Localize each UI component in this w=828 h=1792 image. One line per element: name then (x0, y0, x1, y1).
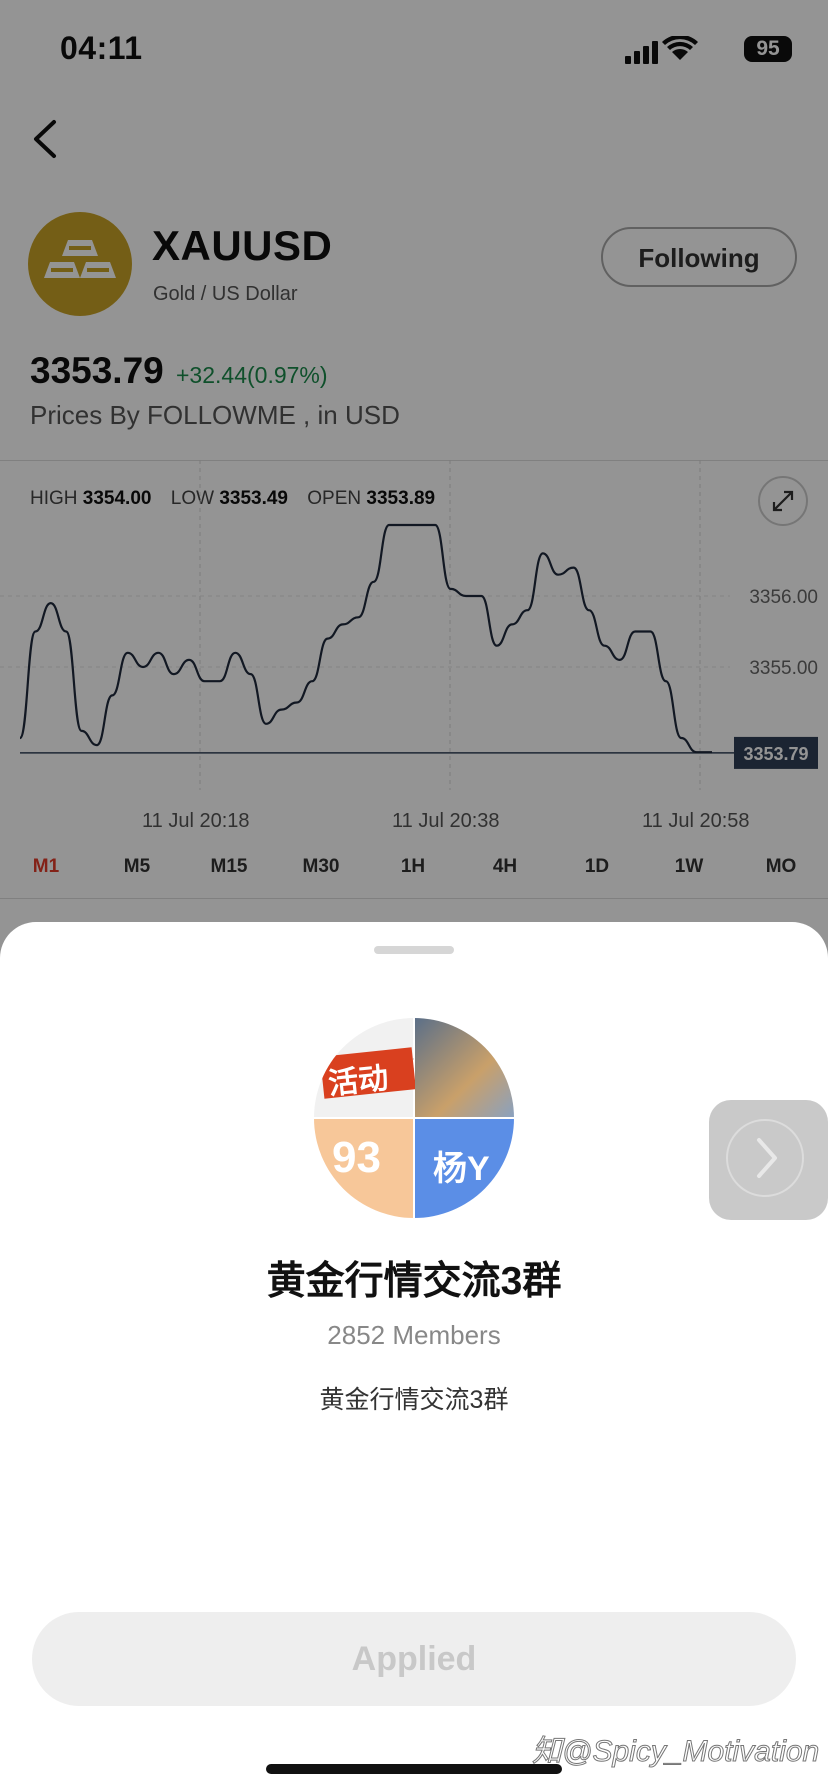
chevron-right-icon (726, 1119, 804, 1197)
avatar-tile-93: 93 (314, 1119, 413, 1218)
next-group-button[interactable] (709, 1100, 828, 1220)
applied-button[interactable]: Applied (32, 1612, 796, 1706)
avatar-tile-text: 活动 (326, 1061, 390, 1102)
avatar-tile-yang: 杨Y (415, 1119, 514, 1218)
sheet-drag-handle[interactable] (374, 946, 454, 954)
home-indicator[interactable] (266, 1764, 562, 1774)
member-count: 2852 Members (327, 1320, 501, 1350)
group-avatar: 活动 93 杨Y (314, 1018, 514, 1218)
avatar-tile-text: 杨Y (433, 1150, 490, 1188)
watermark: 知@Spicy_Motivation (531, 1735, 820, 1769)
group-name: 黄金行情交流3群 (266, 1260, 562, 1303)
avatar-tile-text: 93 (332, 1133, 381, 1182)
avatar-tile-activity: 活动 (314, 1018, 416, 1117)
avatar-tile-sky (415, 1018, 514, 1117)
group-description: 黄金行情交流3群 (319, 1386, 509, 1414)
